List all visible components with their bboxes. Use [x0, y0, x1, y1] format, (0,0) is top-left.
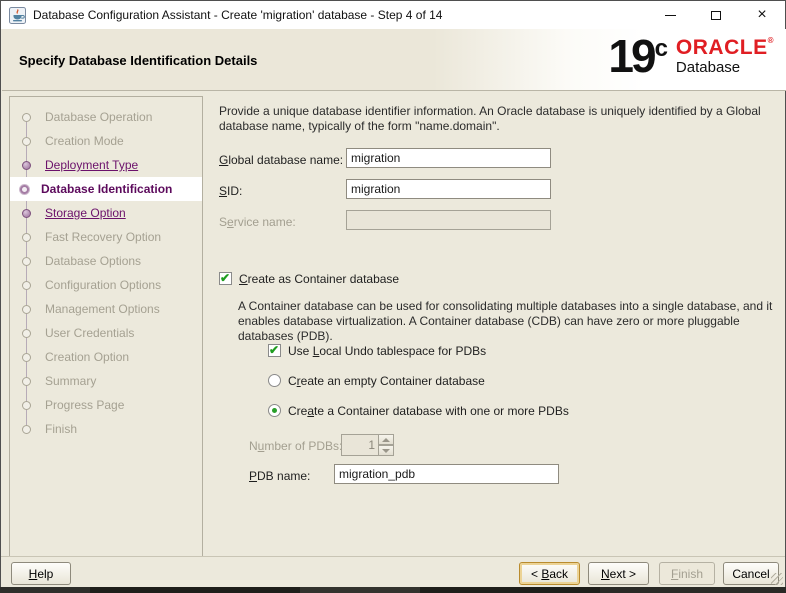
sidebar-step-creation-option: Creation Option [10, 345, 202, 369]
button-bar: Help < Back Next > Finish Cancel [1, 556, 785, 587]
sidebar-step-finish: Finish [10, 417, 202, 441]
step-dot-current [20, 185, 29, 194]
pdb-name-label: PDB name: [249, 469, 310, 483]
minimize-button[interactable] [647, 1, 693, 29]
sidebar-step-database-options: Database Options [10, 249, 202, 273]
create-container-with-pdbs-label[interactable]: Create a Container database with one or … [288, 404, 569, 418]
use-local-undo-tablespace-label[interactable]: Use Local Undo tablespace for PDBs [288, 344, 486, 358]
sid-input[interactable] [346, 179, 551, 199]
sidebar-step-fast-recovery-option: Fast Recovery Option [10, 225, 202, 249]
dbca-wizard-window: Database Configuration Assistant - Creat… [0, 0, 786, 588]
sidebar-step-configuration-options: Configuration Options [10, 273, 202, 297]
step-dot [22, 137, 31, 146]
back-button[interactable]: < Back [519, 562, 580, 585]
wizard-steps-sidebar: Database Operation Creation Mode Deploym… [9, 96, 203, 557]
step-dot [22, 113, 31, 122]
pdb-name-input[interactable] [334, 464, 559, 484]
step-dot [22, 233, 31, 242]
page-title: Specify Database Identification Details [19, 53, 257, 68]
minimize-icon [665, 15, 676, 16]
global-database-name-label: Global database name: [219, 153, 343, 167]
sidebar-step-summary: Summary [10, 369, 202, 393]
desktop: Database Configuration Assistant - Creat… [0, 0, 786, 593]
create-empty-container-database-label[interactable]: Create an empty Container database [288, 374, 485, 388]
logo-product: Database [676, 59, 774, 76]
sid-label: SID: [219, 184, 242, 198]
close-icon: × [757, 7, 766, 23]
help-button[interactable]: Help [11, 562, 71, 585]
wizard-header: Specify Database Identification Details … [2, 29, 786, 91]
maximize-icon [711, 11, 721, 20]
global-database-name-input[interactable] [346, 148, 551, 168]
finish-button: Finish [659, 562, 715, 585]
taskbar-edge [0, 587, 786, 593]
step-dot [22, 401, 31, 410]
sidebar-step-management-options: Management Options [10, 297, 202, 321]
create-container-with-pdbs-radio[interactable] [268, 404, 281, 417]
service-name-label: Service name: [219, 215, 296, 229]
sidebar-step-deployment-type[interactable]: Deployment Type [10, 153, 202, 177]
number-of-pdbs-label: Number of PDBs: [249, 439, 342, 453]
number-of-pdbs-input [341, 434, 379, 456]
step-dot [22, 281, 31, 290]
step-dot [22, 257, 31, 266]
next-button[interactable]: Next > [588, 562, 649, 585]
spinner-down-icon [379, 445, 394, 456]
service-name-input [346, 210, 551, 230]
window-title: Database Configuration Assistant - Creat… [33, 8, 442, 22]
sidebar-step-database-identification: Database Identification [10, 177, 202, 201]
create-as-container-database-checkbox[interactable] [219, 272, 232, 285]
step-dot [22, 329, 31, 338]
use-local-undo-tablespace-checkbox[interactable] [268, 344, 281, 357]
resize-grip[interactable] [771, 573, 783, 585]
sidebar-step-creation-mode: Creation Mode [10, 129, 202, 153]
step-dot [22, 305, 31, 314]
oracle-19c-logo: 19c ORACLE® Database [608, 35, 774, 79]
container-database-info-text: A Container database can be used for con… [238, 299, 783, 344]
create-empty-container-database-radio[interactable] [268, 374, 281, 387]
step-dot [22, 377, 31, 386]
intro-text: Provide a unique database identifier inf… [219, 104, 775, 134]
logo-version-suffix: c [655, 35, 668, 63]
step-dot [22, 353, 31, 362]
logo-version: 19 [608, 35, 653, 79]
main-content: Provide a unique database identifier inf… [211, 96, 779, 557]
sidebar-step-database-operation: Database Operation [10, 105, 202, 129]
spinner-up-icon [379, 434, 394, 445]
title-bar[interactable]: Database Configuration Assistant - Creat… [1, 1, 785, 29]
oracle-wordmark: ORACLE® [676, 37, 774, 58]
create-as-container-database-label[interactable]: Create as Container database [239, 272, 399, 286]
step-dot [22, 425, 31, 434]
sidebar-step-storage-option[interactable]: Storage Option [10, 201, 202, 225]
step-dot [22, 209, 31, 218]
sidebar-step-user-credentials: User Credentials [10, 321, 202, 345]
registered-mark: ® [768, 36, 774, 45]
number-of-pdbs-spinner [341, 434, 394, 456]
java-coffee-icon [9, 7, 26, 24]
maximize-button[interactable] [693, 1, 739, 29]
step-dot [22, 161, 31, 170]
close-button[interactable]: × [739, 1, 785, 29]
sidebar-step-progress-page: Progress Page [10, 393, 202, 417]
